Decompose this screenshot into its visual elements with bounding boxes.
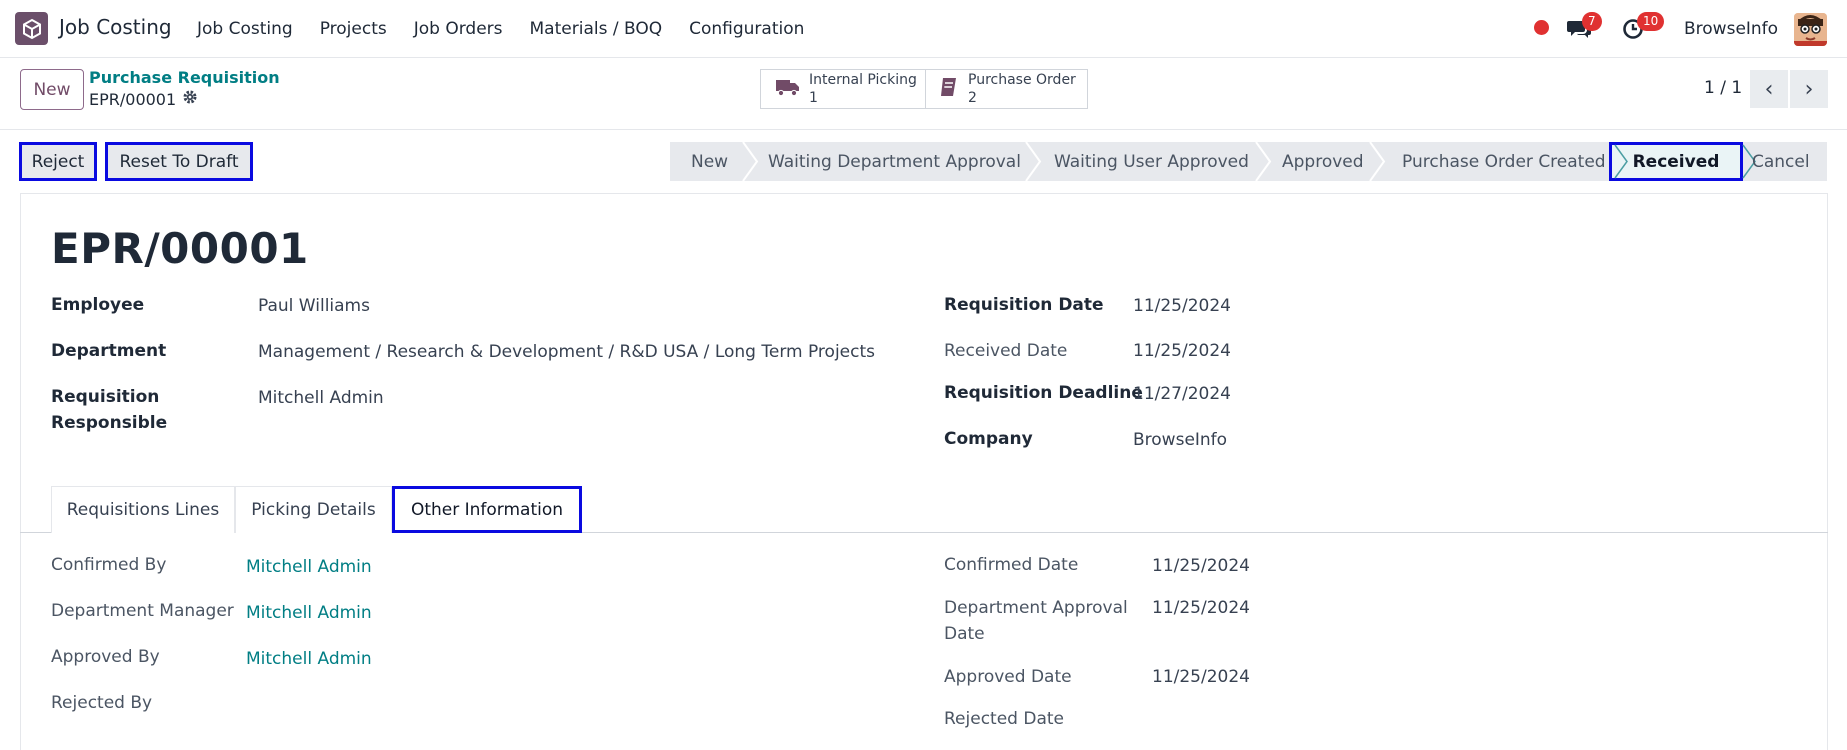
chat-count-badge: 7 bbox=[1582, 12, 1602, 31]
confirmed-by-label: Confirmed By bbox=[51, 555, 167, 575]
record-title: EPR/00001 bbox=[51, 224, 309, 273]
purchase-order-smart-button[interactable]: Purchase Order 2 bbox=[925, 69, 1088, 109]
stage-approved[interactable]: Approved bbox=[1282, 142, 1364, 181]
purchase-order-text: Purchase Order 2 bbox=[968, 71, 1076, 107]
internal-picking-smart-button[interactable]: Internal Picking 1 bbox=[760, 69, 926, 109]
department-label: Department bbox=[51, 341, 167, 361]
tab-requisitions-lines[interactable]: Requisitions Lines bbox=[51, 486, 235, 533]
approved-date-field[interactable]: 11/25/2024 bbox=[1152, 664, 1250, 690]
pager-next-button[interactable]: › bbox=[1790, 70, 1828, 108]
app-cube-icon[interactable] bbox=[15, 12, 48, 45]
requisition-date-field[interactable]: 11/25/2024 bbox=[1133, 293, 1231, 319]
book-icon bbox=[938, 76, 960, 102]
received-date-field[interactable]: 11/25/2024 bbox=[1133, 338, 1231, 364]
stage-waiting-department-approval[interactable]: Waiting Department Approval bbox=[768, 142, 1021, 181]
employee-label: Employee bbox=[51, 295, 145, 315]
department-field[interactable]: Management / Research & Development / R&… bbox=[258, 339, 875, 365]
department-manager-label: Department Manager bbox=[51, 601, 234, 621]
department-manager-field[interactable]: Mitchell Admin bbox=[246, 600, 372, 626]
control-panel-divider bbox=[0, 129, 1847, 130]
department-approval-date-label-line1: Department Approval bbox=[944, 598, 1128, 618]
chevron-left-icon: ‹ bbox=[1764, 76, 1774, 102]
chevron-separator-icon bbox=[1369, 142, 1386, 181]
pager-value[interactable]: 1 / 1 bbox=[1704, 78, 1742, 98]
app-name[interactable]: Job Costing bbox=[59, 15, 172, 39]
company-field[interactable]: BrowseInfo bbox=[1133, 427, 1227, 453]
status-dot-icon[interactable] bbox=[1534, 20, 1549, 35]
chevron-separator-icon bbox=[742, 142, 759, 181]
main-menu: Job Costing Projects Job Orders Material… bbox=[197, 19, 831, 39]
activity-count-badge: 10 bbox=[1637, 12, 1665, 31]
department-approval-date-field[interactable]: 11/25/2024 bbox=[1152, 595, 1250, 621]
received-date-label: Received Date bbox=[944, 341, 1068, 361]
employee-field[interactable]: Paul Williams bbox=[258, 293, 370, 319]
internal-picking-count: 1 bbox=[809, 90, 818, 106]
stage-purchase-order-created[interactable]: Purchase Order Created bbox=[1402, 142, 1606, 181]
requisition-responsible-field[interactable]: Mitchell Admin bbox=[258, 385, 384, 411]
stage-cancel[interactable]: Cancel bbox=[1752, 142, 1810, 181]
reset-to-draft-button[interactable]: Reset To Draft bbox=[105, 142, 253, 181]
gear-icon[interactable] bbox=[182, 89, 198, 109]
top-navbar: Job Costing Job Costing Projects Job Ord… bbox=[0, 0, 1847, 58]
truck-icon bbox=[775, 77, 801, 101]
menu-item-projects[interactable]: Projects bbox=[320, 19, 387, 39]
new-button[interactable]: New bbox=[20, 69, 84, 110]
approved-by-field[interactable]: Mitchell Admin bbox=[246, 646, 372, 672]
menu-item-job-orders[interactable]: Job Orders bbox=[414, 19, 503, 39]
stage-waiting-user-approved[interactable]: Waiting User Approved bbox=[1054, 142, 1249, 181]
pager-previous-button[interactable]: ‹ bbox=[1750, 70, 1788, 108]
menu-item-materials-boq[interactable]: Materials / BOQ bbox=[530, 19, 663, 39]
menu-item-job-costing[interactable]: Job Costing bbox=[197, 19, 293, 39]
approved-date-label: Approved Date bbox=[944, 667, 1072, 687]
tab-other-information[interactable]: Other Information bbox=[392, 486, 582, 533]
requisition-deadline-field[interactable]: 11/27/2024 bbox=[1133, 381, 1231, 407]
company-label: Company bbox=[944, 429, 1033, 449]
requisition-responsible-label-line1: Requisition bbox=[51, 387, 160, 407]
internal-picking-text: Internal Picking 1 bbox=[809, 71, 917, 107]
confirmed-date-field[interactable]: 11/25/2024 bbox=[1152, 553, 1250, 579]
reject-button[interactable]: Reject bbox=[19, 142, 97, 181]
chevron-separator-icon bbox=[1614, 144, 1628, 179]
requisition-date-label: Requisition Date bbox=[944, 295, 1104, 315]
rejected-date-label: Rejected Date bbox=[944, 709, 1064, 729]
approved-by-label: Approved By bbox=[51, 647, 160, 667]
breadcrumb-current: EPR/00001 bbox=[89, 89, 198, 109]
rejected-by-label: Rejected By bbox=[51, 693, 153, 713]
user-avatar[interactable] bbox=[1794, 13, 1827, 46]
confirmed-by-field[interactable]: Mitchell Admin bbox=[246, 554, 372, 580]
internal-picking-label: Internal Picking bbox=[809, 72, 917, 88]
status-bar: New Waiting Department Approval Waiting … bbox=[670, 142, 1827, 181]
breadcrumb-parent[interactable]: Purchase Requisition bbox=[89, 68, 280, 87]
chevron-separator-icon bbox=[1025, 142, 1042, 181]
requisition-responsible-label-line2: Responsible bbox=[51, 413, 168, 433]
requisition-deadline-label: Requisition Deadline bbox=[944, 383, 1143, 403]
purchase-order-label: Purchase Order bbox=[968, 72, 1076, 88]
stage-new[interactable]: New bbox=[691, 142, 728, 181]
tab-picking-details[interactable]: Picking Details bbox=[235, 486, 392, 533]
menu-item-configuration[interactable]: Configuration bbox=[689, 19, 804, 39]
purchase-order-count: 2 bbox=[968, 90, 977, 106]
breadcrumb-current-label: EPR/00001 bbox=[89, 89, 177, 109]
chevron-separator-icon bbox=[1255, 142, 1272, 181]
company-switcher[interactable]: BrowseInfo bbox=[1684, 19, 1778, 39]
chevron-right-icon: › bbox=[1804, 76, 1814, 102]
department-approval-date-label-line2: Date bbox=[944, 624, 985, 644]
confirmed-date-label: Confirmed Date bbox=[944, 555, 1079, 575]
